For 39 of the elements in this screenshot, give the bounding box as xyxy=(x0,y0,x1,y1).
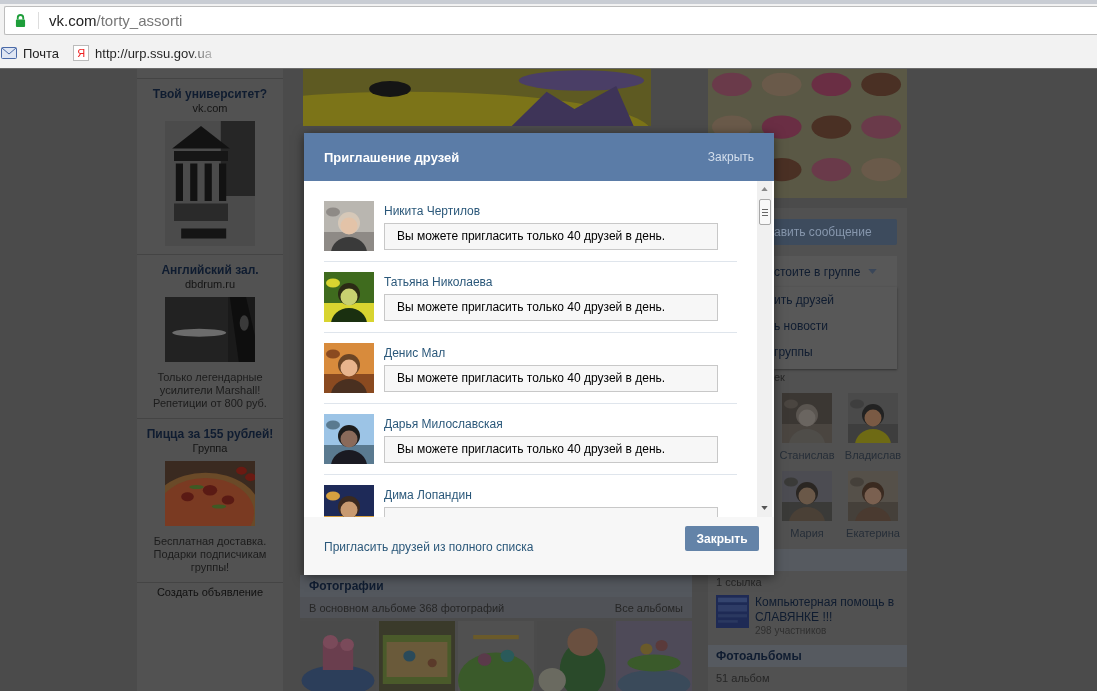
scroll-down-icon[interactable] xyxy=(761,506,768,510)
friend-name[interactable]: Дима Лопандин xyxy=(384,488,718,502)
friend-name[interactable]: Никита Чертилов xyxy=(384,204,718,218)
membership-label: стоите в группе xyxy=(774,264,861,279)
yandex-icon: Я xyxy=(73,45,90,61)
friend-name[interactable]: Дарья Милославская xyxy=(384,417,718,431)
menu-item[interactable]: ить друзей xyxy=(774,287,897,313)
scroll-up-icon[interactable] xyxy=(761,187,768,191)
address-field[interactable]: vk.com/torty_assorti xyxy=(4,6,1097,35)
create-ad-link[interactable]: Создать объявление xyxy=(137,582,283,598)
notice-box: Вы можете пригласить только 40 друзей в день. xyxy=(384,365,718,392)
section-title[interactable]: Фотоальбомы xyxy=(716,649,802,663)
close-button[interactable]: Закрыть xyxy=(685,526,759,551)
dialog-title: Приглашение друзей xyxy=(324,149,460,165)
ad-title[interactable]: Пицца за 155 рублей! xyxy=(146,427,274,441)
url-text: vk.com/torty_assorti xyxy=(38,12,183,29)
friend-name[interactable]: Денис Мал xyxy=(384,346,718,360)
ad-source: dbdrum.ru xyxy=(184,278,236,290)
envelope-icon xyxy=(1,46,17,60)
notice-box: Вы можете пригласить только 40 друзей в день. xyxy=(384,294,718,321)
lock-icon xyxy=(15,14,26,27)
bookmark[interactable]: Почта xyxy=(0,45,60,61)
section-title[interactable]: Фотографии xyxy=(309,579,384,593)
send-message-button[interactable]: авить сообщение xyxy=(774,219,897,245)
close-link[interactable]: Закрыть xyxy=(707,150,754,164)
notice-box: Вы можете пригласить только 40 друзей в день. xyxy=(384,223,718,250)
invite-all-link[interactable]: Пригласить друзей из полного списка xyxy=(324,540,534,554)
membership-dropdown[interactable]: стоите в группе xyxy=(774,256,897,287)
notice-box: Вы можете пригласить только 40 друзей в день. xyxy=(384,436,718,463)
ad-source: Группа xyxy=(192,442,228,454)
group-link[interactable]: Компьютерная помощь в СЛАВЯНКЕ !!! xyxy=(755,595,899,625)
ad-source: vk.com xyxy=(192,102,228,114)
ad-title[interactable]: Твой университет? xyxy=(152,87,268,101)
friend-name[interactable]: Татьяна Николаева xyxy=(384,275,718,289)
scroll-thumb[interactable] xyxy=(758,199,771,225)
menu-item[interactable]: группы xyxy=(774,339,897,365)
ad-title[interactable]: Английский зал. xyxy=(161,263,259,277)
menu-item[interactable]: ь новости xyxy=(774,313,897,339)
caret-icon xyxy=(868,269,878,274)
